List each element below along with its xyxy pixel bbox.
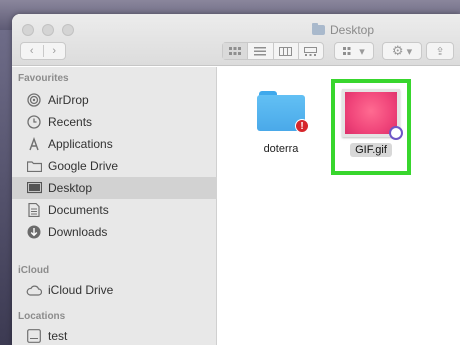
- document-icon: [26, 203, 42, 217]
- chevron-down-icon: ▾: [406, 45, 413, 58]
- view-mode-buttons: [222, 42, 324, 60]
- desktop-wallpaper-edge: [0, 30, 12, 345]
- share-button[interactable]: ⇪: [426, 42, 454, 60]
- gif-file-icon: [342, 89, 403, 140]
- sidebar-item-google-drive[interactable]: Google Drive: [12, 155, 217, 177]
- applications-icon: [26, 137, 42, 151]
- sidebar-item-test[interactable]: test: [12, 325, 217, 345]
- window-title: Desktop: [312, 23, 374, 37]
- icon-view-button[interactable]: [223, 43, 248, 59]
- link-badge-icon: [389, 126, 403, 140]
- zoom-button[interactable]: [62, 24, 74, 36]
- sidebar-item-label: AirDrop: [48, 93, 89, 107]
- column-view-icon: [279, 46, 293, 56]
- list-view-button[interactable]: [247, 43, 272, 59]
- icon-view-icon: [229, 46, 242, 55]
- section-header-favourites: Favourites: [18, 73, 69, 84]
- sidebar-item-icloud-drive[interactable]: iCloud Drive: [12, 279, 217, 301]
- section-header-icloud: iCloud: [18, 265, 50, 276]
- window-title-label: Desktop: [330, 23, 375, 37]
- file-item-gif-selected[interactable]: GIF.gif: [331, 79, 411, 175]
- back-button[interactable]: ‹: [21, 45, 43, 57]
- disk-icon: [26, 329, 42, 343]
- clock-icon: [26, 115, 42, 129]
- share-icon: ⇪: [435, 45, 445, 58]
- sidebar-item-label: Downloads: [48, 225, 108, 239]
- sidebar-item-label: iCloud Drive: [48, 283, 114, 297]
- minimize-button[interactable]: [42, 24, 54, 36]
- section-header-locations: Locations: [18, 311, 66, 322]
- sidebar-item-recents[interactable]: Recents: [12, 111, 217, 133]
- desktop-icon: [26, 181, 42, 195]
- column-view-button[interactable]: [272, 43, 298, 59]
- sidebar-item-label: Recents: [48, 115, 93, 129]
- sidebar-item-applications[interactable]: Applications: [12, 133, 217, 155]
- gallery-view-button[interactable]: [297, 43, 323, 59]
- sidebar-item-label: test: [48, 329, 68, 343]
- gear-icon: ⚙: [391, 43, 404, 58]
- sidebar-item-label: Applications: [48, 137, 113, 151]
- navigation-buttons: ‹ ›: [20, 42, 66, 60]
- download-icon: [26, 225, 42, 239]
- sidebar-item-airdrop[interactable]: AirDrop: [12, 89, 217, 111]
- action-button[interactable]: ⚙ ▾: [382, 42, 422, 60]
- gallery-view-icon: [304, 46, 318, 56]
- sidebar-item-label: Documents: [48, 203, 109, 217]
- cloud-icon: [26, 283, 42, 297]
- sidebar-item-documents[interactable]: Documents: [12, 199, 217, 221]
- chevron-down-icon: ▾: [359, 45, 365, 58]
- sidebar-item-desktop[interactable]: Desktop: [12, 177, 217, 199]
- list-view-icon: [254, 46, 267, 55]
- folder-icon: [312, 23, 325, 35]
- window-controls: [22, 24, 74, 36]
- file-item-doterra[interactable]: ! doterra: [241, 91, 321, 155]
- warning-badge-icon: !: [295, 119, 309, 133]
- group-button[interactable]: ▾: [334, 42, 374, 60]
- forward-button[interactable]: ›: [42, 45, 66, 57]
- group-icon: [343, 46, 351, 55]
- file-name-label: GIF.gif: [350, 143, 392, 157]
- folder-icon: !: [257, 91, 309, 133]
- sidebar-item-downloads[interactable]: Downloads: [12, 221, 217, 243]
- title-bar: Desktop ‹ › ▾ ⚙ ▾ ⇪: [12, 14, 460, 66]
- file-name-label: doterra: [263, 143, 299, 155]
- airdrop-icon: [26, 93, 42, 107]
- file-browser-content: ! doterra GIF.gif: [217, 67, 460, 345]
- sidebar-item-label: Google Drive: [48, 159, 119, 173]
- close-button[interactable]: [22, 24, 34, 36]
- sidebar: Favourites AirDrop Recents Applications …: [12, 67, 217, 345]
- sidebar-item-label: Desktop: [48, 181, 93, 195]
- folder-icon: [26, 159, 42, 173]
- finder-window: Desktop ‹ › ▾ ⚙ ▾ ⇪ Favourites AirDrop R…: [12, 14, 460, 345]
